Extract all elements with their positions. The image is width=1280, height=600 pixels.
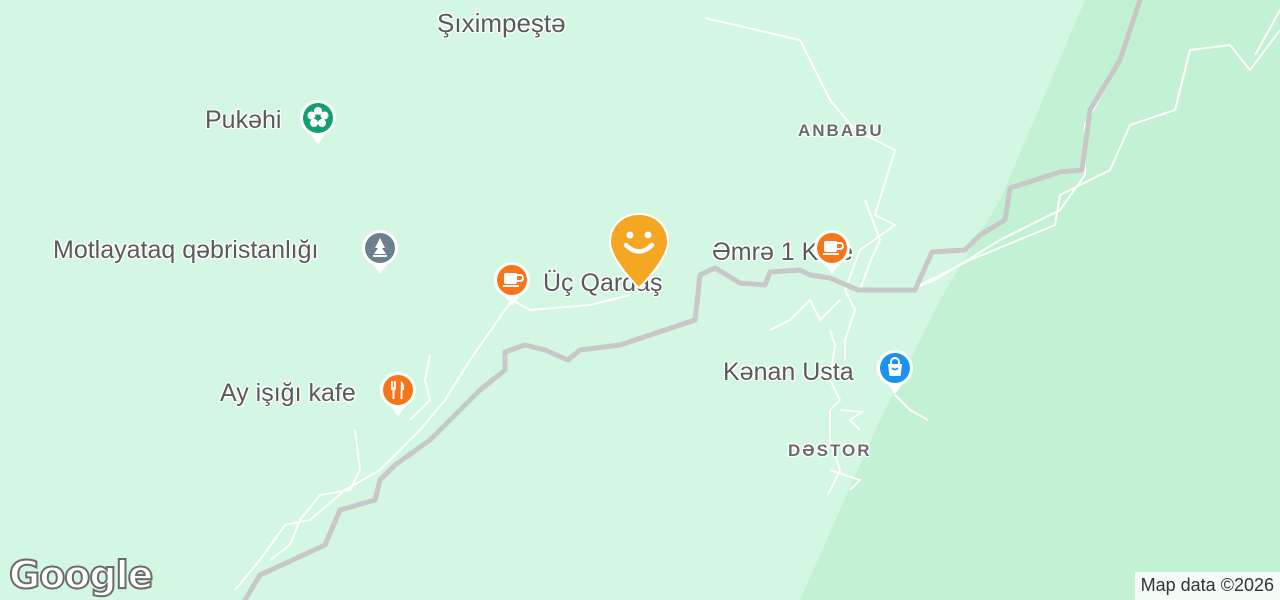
area-label-destor: DƏSTOR: [788, 441, 872, 460]
place-label-kenan-usta[interactable]: Kənan Usta: [723, 358, 854, 387]
restaurant-icon[interactable]: [380, 368, 416, 416]
shopping-bag-icon[interactable]: [877, 346, 913, 394]
google-logo: Google: [8, 552, 154, 598]
cemetery-icon[interactable]: [362, 226, 398, 274]
map-canvas[interactable]: [0, 0, 1280, 600]
flower-icon[interactable]: [300, 96, 336, 144]
smiley-marker-icon[interactable]: [608, 212, 670, 290]
area-label-anbabu: ANBABU: [798, 121, 884, 140]
place-label-pukehi[interactable]: Pukəhi: [205, 106, 281, 135]
coffee-icon[interactable]: [494, 258, 530, 306]
forest-area: [800, 0, 1280, 600]
place-label-motlayataq[interactable]: Motlayataq qəbristanlığı: [53, 236, 318, 265]
place-label-ay-isigi[interactable]: Ay işığı kafe: [220, 379, 356, 408]
coffee-icon[interactable]: [814, 226, 850, 274]
map-attribution[interactable]: Map data ©2026: [1134, 572, 1280, 600]
place-label-shiximpeshte[interactable]: Şıximpeştə: [437, 8, 566, 39]
